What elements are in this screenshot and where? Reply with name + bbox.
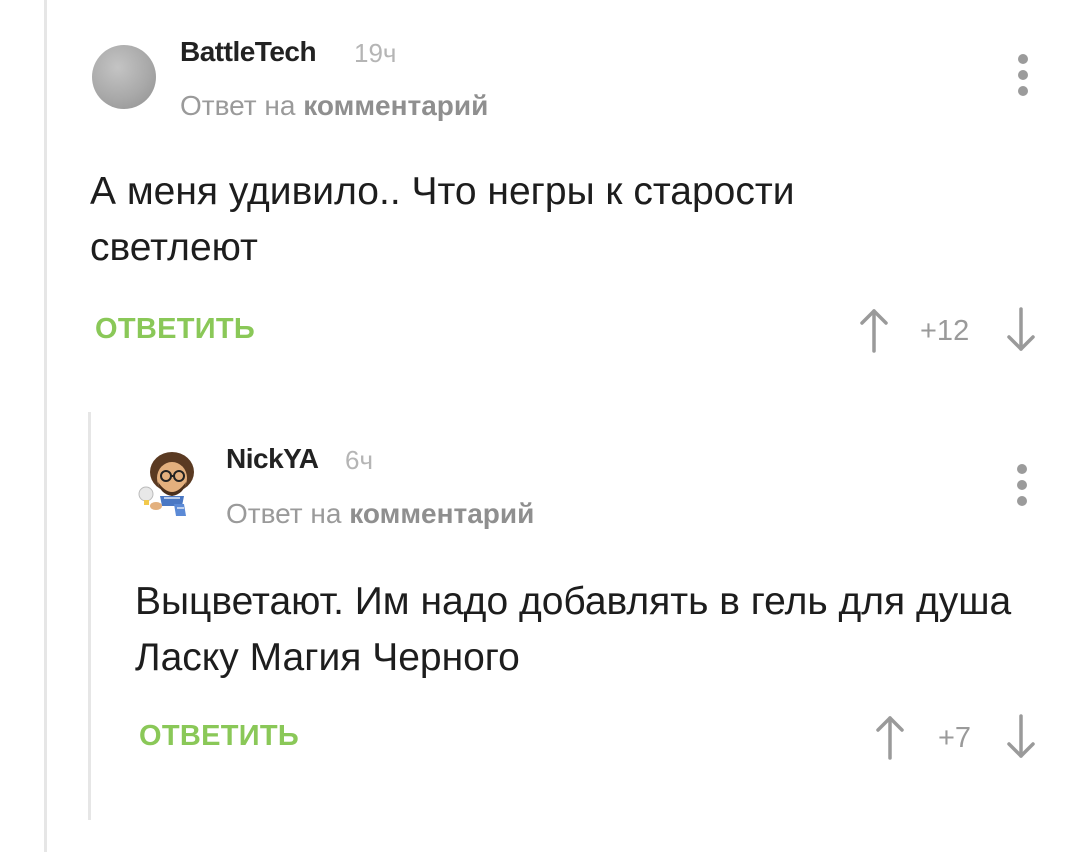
kebab-menu-icon[interactable] [1007, 458, 1037, 518]
comment-text: Выцветают. Им надо добавлять в гель для … [135, 580, 1012, 679]
comment-time: 6ч [345, 445, 374, 475]
rating-value: +7 [938, 722, 972, 754]
comment-nickya: NickYA 6ч Ответ на комментарий Выцветают… [0, 0, 1080, 852]
avatar[interactable] [134, 448, 200, 518]
comment-thread: BattleTech 19ч Ответ на комментарий А ме… [0, 0, 1080, 852]
reply-button[interactable]: ОТВЕТИТЬ [139, 720, 299, 753]
arrow-down-icon[interactable] [1001, 712, 1041, 762]
reply-context: Ответ на комментарий [226, 498, 534, 530]
reply-parent-link[interactable]: комментарий [349, 498, 534, 529]
arrow-up-icon[interactable] [870, 712, 910, 762]
author-name[interactable]: NickYA [226, 443, 319, 475]
reply-prefix: Ответ на [226, 498, 342, 529]
